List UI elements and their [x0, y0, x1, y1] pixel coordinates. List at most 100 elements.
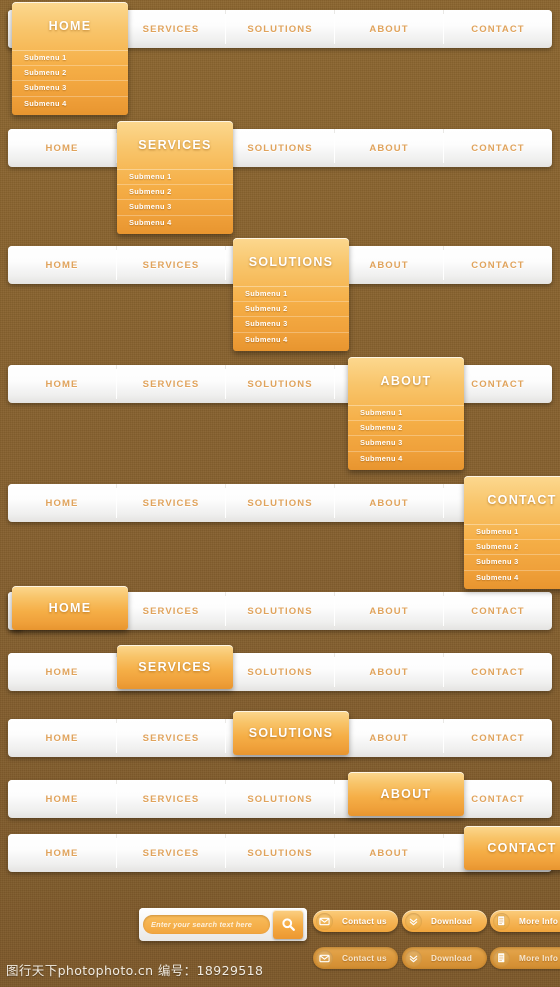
nav-item-services[interactable]: SERVICES [117, 592, 226, 630]
nav-item-solutions[interactable]: SOLUTIONS [226, 129, 335, 167]
nav-tab-active-about[interactable]: ABOUT [348, 772, 464, 816]
nav-tab-active-contact[interactable]: CONTACT Submenu 1 Submenu 2 Submenu 3 Submen… [464, 476, 560, 589]
download-button[interactable]: Download [402, 947, 487, 969]
nav-item-solutions[interactable]: SOLUTIONS [226, 834, 335, 872]
nav-item-services[interactable]: SERVICES [117, 246, 226, 284]
dropdown-submenu: Submenu 1 Submenu 2 Submenu 3 Submenu 4 [117, 169, 233, 234]
dropdown-submenu: Submenu 1 Submenu 2 Submenu 3 Submenu 4 [12, 50, 128, 115]
submenu-item[interactable]: Submenu 3 [233, 317, 349, 333]
nav-tab-active-solutions[interactable]: SOLUTIONS Submenu 1 Submenu 2 Submenu 3 Subm… [233, 238, 349, 351]
nav-item-home[interactable]: HOME [8, 719, 117, 757]
search-box[interactable] [139, 908, 307, 941]
nav-item-contact[interactable]: CONTACT [444, 10, 552, 48]
nav-items: HOMESERVICESSOLUTIONSABOUTCONTACT [8, 780, 552, 818]
nav-item-about[interactable]: ABOUT [335, 834, 444, 872]
submenu-item[interactable]: Submenu 1 [117, 170, 233, 186]
nav-tab-label: HOME [48, 19, 92, 33]
submenu-item[interactable]: Submenu 3 [117, 200, 233, 216]
nav-item-about[interactable]: ABOUT [335, 246, 444, 284]
button-label: More Info [519, 916, 559, 926]
nav-bar: HOMESERVICESSOLUTIONSABOUTCONTACT [8, 365, 552, 403]
nav-item-solutions[interactable]: SOLUTIONS [226, 484, 335, 522]
nav-tab-label: SERVICES [138, 660, 212, 674]
nav-tab-label: SOLUTIONS [248, 255, 334, 269]
ui-kit-canvas: HOMESERVICESSOLUTIONSABOUTCONTACTHOMESub… [0, 0, 560, 987]
nav-item-solutions[interactable]: SOLUTIONS [226, 592, 335, 630]
nav-tab-active-solutions[interactable]: SOLUTIONS [233, 711, 349, 755]
contact-us-button[interactable]: Contact us [313, 947, 398, 969]
nav-item-contact[interactable]: CONTACT [444, 129, 552, 167]
nav-item-home[interactable]: HOME [8, 484, 117, 522]
contact-us-button[interactable]: Contact us [313, 910, 398, 932]
nav-item-contact[interactable]: CONTACT [444, 719, 552, 757]
submenu-item[interactable]: Submenu 2 [233, 302, 349, 318]
button-label: Contact us [342, 953, 387, 963]
submenu-item[interactable]: Submenu 4 [12, 97, 128, 111]
submenu-item[interactable]: Submenu 4 [348, 452, 464, 466]
nav-item-home[interactable]: HOME [8, 834, 117, 872]
submenu-item[interactable]: Submenu 1 [12, 51, 128, 67]
submenu-item[interactable]: Submenu 4 [464, 571, 560, 585]
submenu-item[interactable]: Submenu 3 [464, 555, 560, 571]
nav-item-home[interactable]: HOME [8, 246, 117, 284]
nav-tab-label: CONTACT [487, 841, 557, 855]
download-button[interactable]: Download [402, 910, 487, 932]
submenu-item[interactable]: Submenu 2 [348, 421, 464, 437]
search-input[interactable] [143, 915, 270, 934]
submenu-item[interactable]: Submenu 2 [12, 66, 128, 82]
submenu-item[interactable]: Submenu 3 [12, 81, 128, 97]
nav-tab-active-contact[interactable]: CONTACT [464, 826, 560, 870]
nav-item-home[interactable]: HOME [8, 365, 117, 403]
submenu-item[interactable]: Submenu 4 [117, 216, 233, 230]
nav-item-services[interactable]: SERVICES [117, 10, 226, 48]
nav-bar: HOMESERVICESSOLUTIONSABOUTCONTACT [8, 780, 552, 818]
double-chevron-down-icon [405, 949, 422, 967]
button-label: Download [431, 953, 473, 963]
nav-items: HOME SERVICES SOLUTIONSABOUTCONTACT [8, 653, 552, 691]
nav-item-solutions[interactable]: SOLUTIONS [226, 780, 335, 818]
dropdown-submenu: Submenu 1 Submenu 2 Submenu 3 Submenu 4 [348, 405, 464, 470]
nav-item-about[interactable]: ABOUT [335, 129, 444, 167]
nav-tab-active-services[interactable]: SERVICES Submenu 1 Submenu 2 Submenu 3 Subme… [117, 121, 233, 234]
envelope-icon [316, 912, 333, 930]
search-button[interactable] [273, 910, 303, 939]
dropdown-submenu: Submenu 1 Submenu 2 Submenu 3 Submenu 4 [233, 286, 349, 351]
submenu-item[interactable]: Submenu 2 [464, 540, 560, 556]
nav-item-contact[interactable]: CONTACT [444, 653, 552, 691]
nav-item-contact[interactable]: CONTACT [444, 246, 552, 284]
nav-tab-active-services[interactable]: SERVICES [117, 645, 233, 689]
nav-item-services[interactable]: SERVICES [117, 719, 226, 757]
nav-items: HOMESERVICESSOLUTIONSABOUTCONTACT [8, 365, 552, 403]
nav-item-about[interactable]: ABOUT [335, 484, 444, 522]
nav-tab-label: ABOUT [380, 787, 432, 801]
nav-item-about[interactable]: ABOUT [335, 719, 444, 757]
button-label: More Info [519, 953, 559, 963]
nav-item-services[interactable]: SERVICES [117, 484, 226, 522]
nav-tab-active-home[interactable]: HOME Submenu 1 Submenu 2 Submenu 3 Submenu 4 [12, 2, 128, 115]
submenu-item[interactable]: Submenu 3 [348, 436, 464, 452]
nav-item-solutions[interactable]: SOLUTIONS [226, 653, 335, 691]
submenu-item[interactable]: Submenu 2 [117, 185, 233, 201]
more-info-button[interactable]: More Info [490, 947, 560, 969]
submenu-item[interactable]: Submenu 1 [464, 525, 560, 541]
nav-item-about[interactable]: ABOUT [335, 653, 444, 691]
nav-item-home[interactable]: HOME [8, 653, 117, 691]
nav-item-about[interactable]: ABOUT [335, 592, 444, 630]
submenu-item[interactable]: Submenu 1 [348, 406, 464, 422]
nav-item-contact[interactable]: CONTACT [444, 592, 552, 630]
nav-item-services[interactable]: SERVICES [117, 780, 226, 818]
nav-item-solutions[interactable]: SOLUTIONS [226, 10, 335, 48]
submenu-item[interactable]: Submenu 1 [233, 287, 349, 303]
document-icon [493, 949, 510, 967]
more-info-button[interactable]: More Info [490, 910, 560, 932]
nav-item-services[interactable]: SERVICES [117, 365, 226, 403]
nav-item-services[interactable]: SERVICES [117, 834, 226, 872]
nav-item-home[interactable]: HOME [8, 129, 117, 167]
nav-tab-active-home[interactable]: HOME [12, 586, 128, 630]
button-label: Download [431, 916, 473, 926]
nav-item-home[interactable]: HOME [8, 780, 117, 818]
nav-item-solutions[interactable]: SOLUTIONS [226, 365, 335, 403]
nav-tab-active-about[interactable]: ABOUT Submenu 1 Submenu 2 Submenu 3 Submenu … [348, 357, 464, 470]
submenu-item[interactable]: Submenu 4 [233, 333, 349, 347]
nav-item-about[interactable]: ABOUT [335, 10, 444, 48]
